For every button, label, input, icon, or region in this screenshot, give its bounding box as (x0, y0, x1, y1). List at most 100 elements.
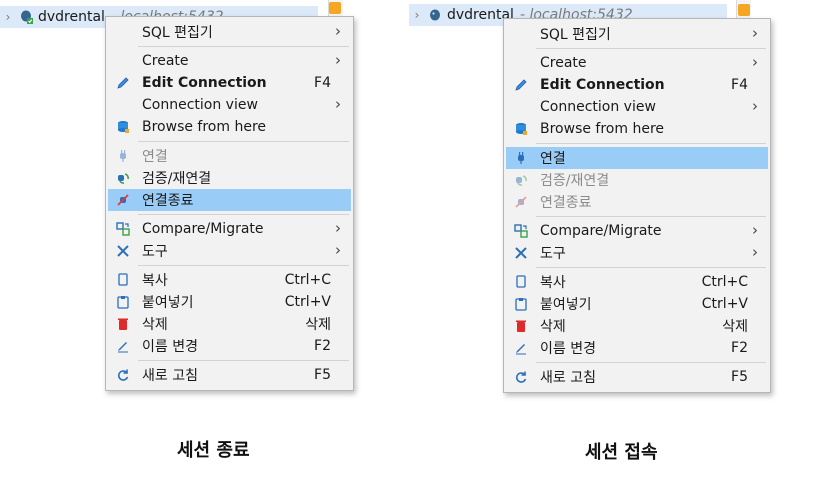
menu-item-label: Connection view (142, 97, 258, 113)
menu-item-새로-고침[interactable]: 새로 고침 F5 (506, 366, 768, 388)
plug-disconnect-icon (513, 194, 529, 210)
menu-item-sql-편집기[interactable]: SQL 편집기 › (108, 21, 351, 43)
submenu-arrow-icon: › (335, 22, 341, 40)
menu-item-label: 연결종료 (540, 195, 592, 211)
menu-item-compare-migrate[interactable]: Compare/Migrate › (506, 220, 768, 242)
database-icon (513, 121, 529, 137)
caption-right: 세션 접속 (585, 442, 658, 463)
menu-item-sql-편집기[interactable]: SQL 편집기 › (506, 23, 768, 45)
menu-item-삭제[interactable]: 삭제 삭제 (506, 315, 768, 337)
tools-icon (513, 245, 529, 261)
delete-icon (513, 318, 529, 334)
postgres-icon (430, 9, 440, 21)
menu-item-label: 도구 (540, 246, 566, 262)
menu-item-label: 삭제 (142, 317, 168, 333)
sql-icon[interactable] (738, 4, 750, 16)
menu-item-label: 복사 (142, 273, 168, 289)
menu-item-edit-connection[interactable]: Edit Connection F4 (108, 72, 351, 94)
menu-item-label: 도구 (142, 244, 168, 260)
plug-refresh-icon (115, 170, 131, 186)
plug-icon (513, 150, 529, 166)
menu-item-label: Edit Connection (142, 75, 267, 91)
menu-item-connection-view[interactable]: Connection view › (506, 96, 768, 118)
delete-icon (115, 316, 131, 332)
menu-item-연결종료[interactable]: 연결종료 (108, 189, 351, 211)
context-menu-left: SQL 편집기 › Create › Edit Connection F4 Connecti… (105, 16, 354, 391)
menu-item-connection-view[interactable]: Connection view › (108, 94, 351, 116)
menu-item-compare-migrate[interactable]: Compare/Migrate › (108, 218, 351, 240)
chevron-right-icon[interactable]: › (0, 10, 16, 24)
menu-item-shortcut: Ctrl+V (284, 294, 331, 310)
rename-icon (115, 338, 131, 354)
tree-node-name: dvdrental (38, 9, 105, 25)
menu-item-label: Edit Connection (540, 77, 665, 93)
submenu-arrow-icon: › (752, 243, 758, 261)
menu-item-검증-재연결[interactable]: 검증/재연결 (108, 167, 351, 189)
menu-item-붙여넣기[interactable]: 붙여넣기 Ctrl+V (506, 293, 768, 315)
menu-item-연결[interactable]: 연결 (506, 147, 768, 169)
submenu-arrow-icon: › (335, 51, 341, 69)
menu-item-label: 검증/재연결 (142, 171, 212, 187)
menu-separator (536, 216, 766, 217)
menu-item-shortcut: 삭제 (722, 319, 748, 335)
menu-item-검증-재연결: 검증/재연결 (506, 169, 768, 191)
compare-icon (115, 221, 131, 237)
menu-item-shortcut: F2 (314, 338, 331, 354)
menu-item-label: 연결 (540, 151, 566, 167)
menu-item-label: Browse from here (540, 121, 665, 137)
menu-item-edit-connection[interactable]: Edit Connection F4 (506, 74, 768, 96)
menu-item-shortcut: F2 (731, 340, 748, 356)
menu-item-shortcut: F4 (731, 77, 748, 93)
menu-separator (138, 46, 349, 47)
menu-item-shortcut: F5 (731, 369, 748, 385)
menu-item-삭제[interactable]: 삭제 삭제 (108, 313, 351, 335)
plug-disconnect-icon (115, 192, 131, 208)
menu-item-붙여넣기[interactable]: 붙여넣기 Ctrl+V (108, 291, 351, 313)
menu-item-이름-변경[interactable]: 이름 변경 F2 (506, 337, 768, 359)
menu-separator (536, 143, 766, 144)
plug-icon (115, 148, 131, 164)
refresh-icon (513, 369, 529, 385)
chevron-right-icon[interactable]: › (409, 8, 425, 22)
copy-icon (513, 274, 529, 290)
menu-item-이름-변경[interactable]: 이름 변경 F2 (108, 335, 351, 357)
menu-separator (138, 360, 349, 361)
copy-icon (115, 272, 131, 288)
menu-item-복사[interactable]: 복사 Ctrl+C (108, 269, 351, 291)
menu-item-label: Browse from here (142, 119, 267, 135)
menu-item-label: 연결 (142, 149, 168, 165)
menu-item-label: 연결종료 (142, 193, 194, 209)
menu-item-create[interactable]: Create › (108, 50, 351, 72)
menu-item-create[interactable]: Create › (506, 52, 768, 74)
pencil-icon (513, 77, 529, 93)
menu-item-복사[interactable]: 복사 Ctrl+C (506, 271, 768, 293)
menu-item-shortcut: Ctrl+C (284, 272, 331, 288)
menu-item-label: Connection view (540, 99, 656, 115)
menu-separator (536, 267, 766, 268)
menu-item-label: 복사 (540, 275, 566, 291)
menu-item-새로-고침[interactable]: 새로 고침 F5 (108, 364, 351, 386)
menu-separator (138, 141, 349, 142)
menu-item-label: SQL 편집기 (142, 25, 213, 41)
menu-item-label: 삭제 (540, 319, 566, 335)
menu-item-shortcut: F4 (314, 75, 331, 91)
submenu-arrow-icon: › (335, 95, 341, 113)
menu-item-label: 이름 변경 (540, 341, 596, 357)
menu-item-label: 새로 고침 (540, 370, 596, 386)
menu-item-도구[interactable]: 도구 › (506, 242, 768, 264)
menu-item-shortcut: 삭제 (305, 317, 331, 333)
menu-item-도구[interactable]: 도구 › (108, 240, 351, 262)
menu-item-label: Compare/Migrate (540, 223, 662, 239)
paste-icon (115, 294, 131, 310)
menu-item-browse-from-here[interactable]: Browse from here (108, 116, 351, 138)
postgres-icon (21, 10, 33, 24)
menu-item-연결종료: 연결종료 (506, 191, 768, 213)
submenu-arrow-icon: › (335, 241, 341, 259)
sql-icon[interactable] (329, 2, 341, 14)
menu-item-shortcut: F5 (314, 367, 331, 383)
menu-item-label: Create (142, 53, 189, 69)
menu-separator (138, 214, 349, 215)
menu-item-연결: 연결 (108, 145, 351, 167)
submenu-arrow-icon: › (752, 24, 758, 42)
menu-item-browse-from-here[interactable]: Browse from here (506, 118, 768, 140)
